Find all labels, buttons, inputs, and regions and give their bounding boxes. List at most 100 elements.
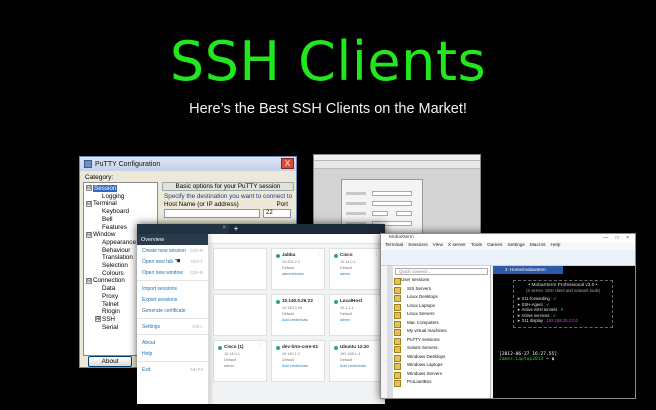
menu-item-generate-certificate[interactable]: Generate certificate [137,305,208,316]
tree-item-appearance[interactable]: Appearance [102,239,136,247]
menu-view[interactable]: View [433,242,443,250]
menu-item-exit[interactable]: Exit Alt+F4 [137,364,208,375]
more-options-icon[interactable]: ⋮ [374,297,379,303]
session-folder[interactable]: Windows Laptops [393,362,490,371]
tree-item-terminal[interactable]: Terminal [93,200,117,207]
more-options-icon[interactable]: ⋮ [374,251,379,257]
dialog-field[interactable] [372,191,412,196]
terminal-pane[interactable]: 2. Home/mobaxterm • MobaXterm Profession… [493,266,635,398]
menu-x-server[interactable]: X server [448,242,466,250]
close-tab-icon[interactable]: × [222,225,226,231]
terminal-tab[interactable]: 2. Home/mobaxterm [493,266,563,274]
menu-item-import-sessions[interactable]: Import sessions [137,283,208,294]
menu-item-export-sessions[interactable]: Export sessions [137,294,208,305]
menu-help[interactable]: Help [551,242,561,250]
about-button[interactable]: About [88,356,132,367]
menu-item-settings[interactable]: Settings Ctrl+, [137,321,208,332]
headline: SSH Clients [169,30,487,93]
tree-item-colours[interactable]: Colours [102,270,124,278]
banner-subtitle: (X server, SSH client and network tools) [525,288,600,293]
menu-header: Overview [137,234,208,245]
menu-games[interactable]: Games [487,242,502,250]
collapse-icon[interactable]: ⊟ [86,185,92,192]
online-status-icon [276,300,280,304]
menu-item-about[interactable]: About [137,337,208,348]
tree-item-behaviour[interactable]: Behaviour [102,247,130,255]
session-folder[interactable]: User sessions [393,277,490,286]
collapse-icon[interactable]: ⊟ [86,231,92,238]
tree-item-data[interactable]: Data [102,285,115,293]
host-card[interactable]: Jabba 10.201.2.1 Default administrator ⋮ [271,248,325,290]
host-card[interactable]: dev-hrm-core-01 10.140.1.2 Default Add c… [271,340,325,382]
tree-item-selection[interactable]: Selection [102,262,128,270]
port-input[interactable]: 22 [263,209,291,218]
dialog-field[interactable] [372,211,388,216]
session-folder[interactable]: My virtual machines [393,328,490,337]
tree-item-rlogin[interactable]: Rlogin [102,308,120,316]
tree-item-translation[interactable]: Translation [102,254,133,262]
window-controls[interactable]: — □ × [603,234,632,242]
menu-item-open-new-tab[interactable]: Open new tab ☚ Ctrl+T [137,256,208,267]
tree-item-ssh[interactable]: SSH [102,316,115,323]
more-options-icon[interactable]: ⋮ [258,343,263,349]
session-folder[interactable]: Mac Computers [393,320,490,329]
tree-item-proxy[interactable]: Proxy [102,293,118,301]
host-card[interactable]: Cisco (1) 10.14.0.1 Default admin ⋮ [213,340,267,382]
quick-connect-input[interactable]: Quick connect... [395,268,488,275]
session-folder[interactable]: Solaris Servers [393,345,490,354]
host-card[interactable] [213,294,267,336]
host-card[interactable] [213,248,267,290]
dialog-field[interactable] [372,201,412,206]
menu-item-open-new-window[interactable]: Open new window Ctrl+N [137,267,208,278]
menu-sessions[interactable]: Sessions [408,242,427,250]
host-card[interactable]: Cisco 10.14.0.1 Default admin ⋮ [329,248,383,290]
session-folder[interactable]: ProLiantBox [393,379,490,388]
port-label: Port [276,201,288,208]
host-card[interactable]: 10.140.0.26:22 10.140.0.26 Default Add c… [271,294,325,336]
session-folder[interactable]: Windows Desktops [393,354,490,363]
tab-overview[interactable]: × [137,224,229,234]
basic-options-header: Basic options for your PuTTY session [162,182,294,191]
host-name-label: Host Name (or IP address) [164,201,239,208]
menu-divider [137,361,208,362]
session-folder[interactable]: PuTTY sessions [393,337,490,346]
session-folder[interactable]: Windows Servers [393,371,490,380]
more-options-icon[interactable]: ⋮ [316,343,321,349]
mobaxterm-window: MobaXterm — □ × Terminal Sessions View X… [380,233,636,399]
session-folder[interactable]: Linux Desktops [393,294,490,303]
more-options-icon[interactable]: ⋮ [316,297,321,303]
session-folder[interactable]: Linux Servers [393,311,490,320]
host-card[interactable]: Ubuntu 12.10 192.168.1.4 Default Add cre… [329,340,383,382]
dialog-field[interactable] [396,211,412,216]
menu-macros[interactable]: Macros [530,242,546,250]
new-tab-icon[interactable]: + [231,224,241,234]
online-status-icon [218,346,222,350]
tree-item-session[interactable]: Session [93,185,118,192]
menu-divider [137,318,208,319]
menu-settings[interactable]: Settings [507,242,524,250]
menu-item-help[interactable]: Help [137,348,208,359]
session-folder[interactable]: SIS Servers [393,286,490,295]
close-icon[interactable]: X [281,158,294,169]
menu-tools[interactable]: Tools [471,242,482,250]
putty-titlebar: PuTTY Configuration [80,157,296,171]
tree-item-serial[interactable]: Serial [102,324,118,332]
more-options-icon[interactable]: ⋮ [316,251,321,257]
tree-item-logging[interactable]: Logging [102,193,124,201]
host-name-input[interactable] [164,209,260,218]
tree-item-connection[interactable]: Connection [93,277,125,284]
session-folder[interactable]: Linux Laptops [393,303,490,312]
shell-prompt[interactable]: [2012-06-27 16:27.55] James.Laptop2013 ~… [499,352,557,362]
menu-item-create-new-session[interactable]: Create new session Ctrl+N [137,245,208,256]
tree-item-window[interactable]: Window [93,231,115,238]
host-card[interactable]: LocalHost 10.1.1.1 Default admin ⋮ [329,294,383,336]
tree-item-bell[interactable]: Bell [102,216,113,224]
menu-terminal[interactable]: Terminal [385,242,403,250]
collapse-icon[interactable]: ⊟ [86,277,92,284]
tree-item-keyboard[interactable]: Keyboard [102,208,129,216]
tree-item-features[interactable]: Features [102,224,127,232]
online-status-icon [334,300,338,304]
collapse-icon[interactable]: ⊟ [86,200,92,207]
tree-item-telnet[interactable]: Telnet [102,301,119,309]
expand-icon[interactable]: ⊞ [95,316,101,323]
